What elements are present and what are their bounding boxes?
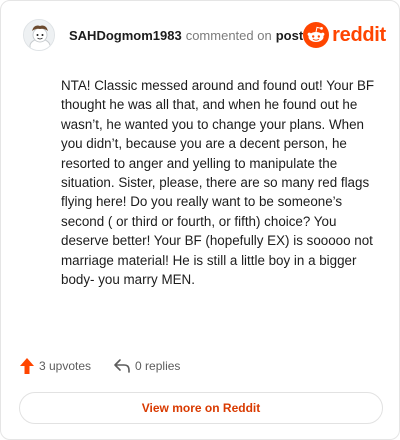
username-link[interactable]: SAHDogmom1983 [69, 28, 182, 43]
replies-button[interactable]: 0 replies [113, 358, 180, 374]
reply-arrow-icon [114, 359, 130, 373]
user-avatar[interactable] [23, 19, 55, 51]
commented-on-text: commented on [185, 27, 272, 43]
upvote-button[interactable]: 3 upvotes [19, 357, 91, 375]
reddit-snoo-icon [303, 22, 330, 48]
post-link[interactable]: post [276, 28, 303, 43]
reddit-logo[interactable]: reddit [303, 22, 386, 48]
replies-count: 0 replies [135, 359, 181, 373]
comment-body: NTA! Classic messed around and found out… [61, 78, 375, 288]
upvote-arrow-icon [20, 358, 34, 374]
comment-meta: SAHDogmom1983 commented on post [69, 28, 303, 43]
comment-header: SAHDogmom1983 commented on post reddit [23, 15, 386, 55]
reddit-comment-card: SAHDogmom1983 commented on post reddit N… [0, 0, 400, 440]
upvotes-count: 3 upvotes [39, 359, 92, 373]
reddit-wordmark: reddit [332, 23, 386, 46]
comment-actions: 3 upvotes 0 replies [19, 357, 180, 375]
view-more-on-reddit-button[interactable]: View more on Reddit [19, 392, 383, 424]
